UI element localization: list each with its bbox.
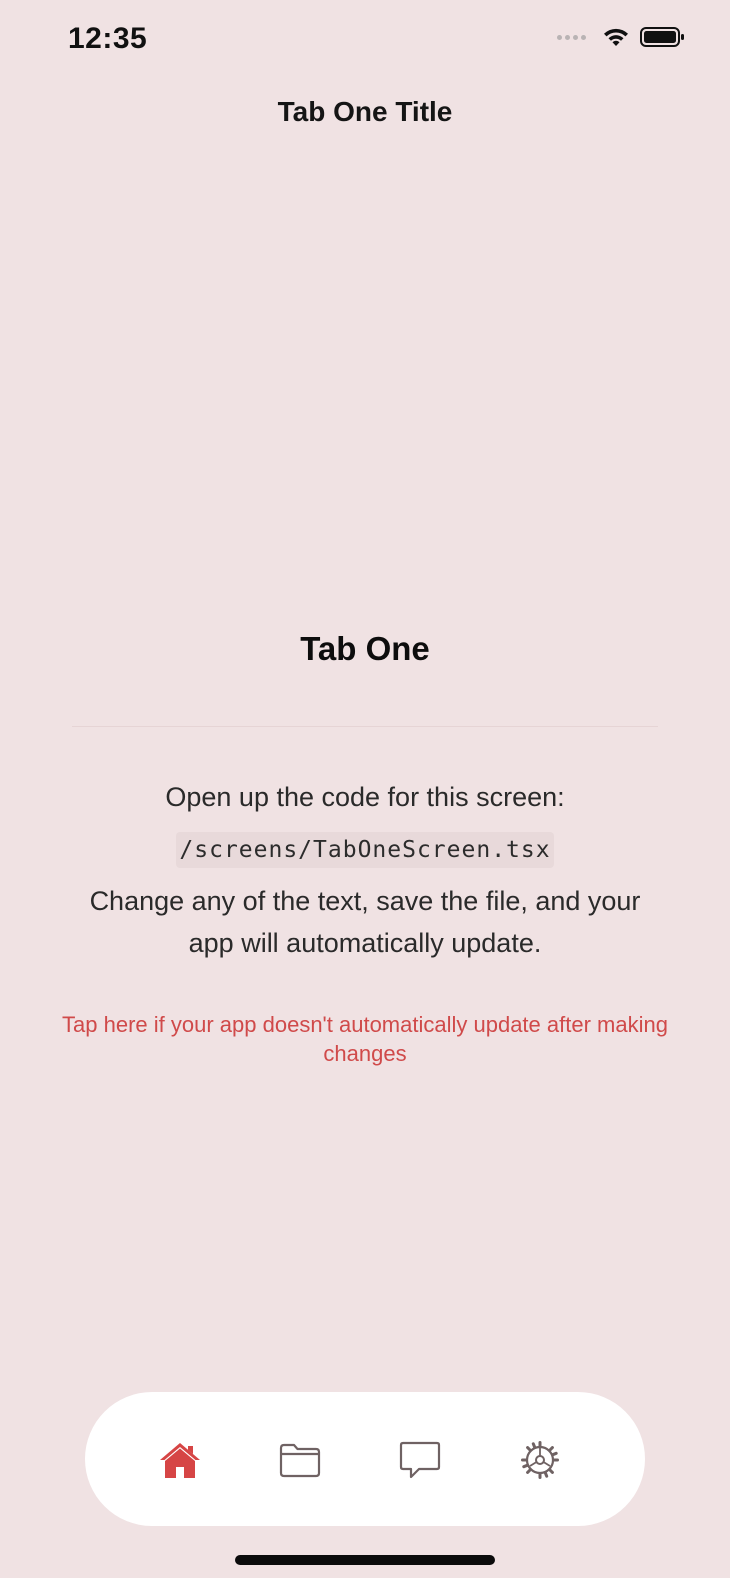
nav-title: Tab One Title — [277, 96, 453, 127]
gear-icon — [521, 1441, 559, 1479]
status-indicators — [557, 26, 686, 48]
folder-icon — [279, 1443, 321, 1478]
page-title: Tab One — [300, 630, 430, 667]
cellular-signal-icon — [557, 34, 586, 40]
file-path-code: /screens/TabOneScreen.tsx — [176, 832, 554, 868]
status-bar: 12:35 — [0, 0, 730, 84]
tab-settings[interactable] — [510, 1430, 570, 1490]
divider — [72, 726, 658, 727]
tab-folder[interactable] — [270, 1430, 330, 1490]
status-time: 12:35 — [68, 22, 148, 55]
help-description-text: Change any of the text, save the file, a… — [89, 886, 641, 958]
wifi-icon — [604, 28, 628, 46]
battery-icon — [640, 27, 684, 47]
home-indicator — [235, 1555, 495, 1565]
tab-home[interactable] — [150, 1430, 210, 1490]
tab-chat[interactable] — [390, 1430, 450, 1490]
help-intro-text: Open up the code for this screen: — [165, 782, 565, 812]
help-link[interactable]: Tap here if your app doesn't automatical… — [54, 1010, 676, 1068]
chat-icon — [399, 1441, 441, 1479]
tab-bar — [85, 1392, 645, 1526]
home-icon — [160, 1443, 200, 1478]
